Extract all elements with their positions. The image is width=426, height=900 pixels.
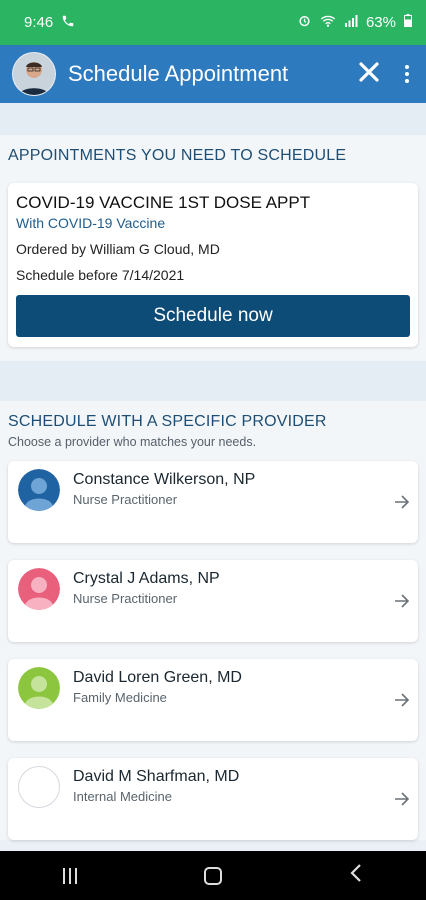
page-title: Schedule Appointment [68, 61, 289, 86]
user-avatar[interactable] [12, 52, 56, 96]
schedule-now-button[interactable]: Schedule now [16, 295, 410, 337]
main-content[interactable]: APPOINTMENTS YOU NEED TO SCHEDULE COVID-… [0, 103, 426, 851]
recent-apps-icon[interactable] [63, 867, 78, 884]
provider-specialty: Internal Medicine [73, 789, 172, 804]
appointments-list: COVID-19 VACCINE 1ST DOSE APPT With COVI… [0, 175, 426, 361]
wifi-icon [320, 14, 336, 32]
home-icon[interactable] [203, 866, 222, 885]
app-bar: Schedule Appointment [0, 45, 426, 103]
provider-name: David M Sharfman, MD [73, 768, 240, 785]
more-vert-icon[interactable] [402, 65, 412, 83]
provider-avatar [18, 667, 60, 709]
provider-avatar [18, 469, 60, 511]
provider-specialty: Nurse Practitioner [73, 492, 178, 507]
arrow-right-icon [394, 691, 410, 712]
system-nav-bar [0, 851, 426, 900]
ordered-by: Ordered by William G Cloud, MD [16, 241, 220, 257]
schedule-before: Schedule before 7/14/2021 [16, 267, 185, 283]
phone-icon [61, 14, 75, 32]
provider-section-header: SCHEDULE WITH A SPECIFIC PROVIDER Choose… [0, 401, 426, 459]
alarm-icon [297, 13, 312, 32]
provider-avatar [18, 568, 60, 610]
appointments-section-header: APPOINTMENTS YOU NEED TO SCHEDULE [0, 135, 426, 175]
arrow-right-icon [394, 493, 410, 514]
section-title: APPOINTMENTS YOU NEED TO SCHEDULE [8, 147, 347, 164]
provider-specialty: Nurse Practitioner [73, 591, 178, 606]
provider-name: Crystal J Adams, NP [73, 570, 220, 587]
battery-level: 63% [365, 14, 396, 31]
appointment-card: COVID-19 VACCINE 1ST DOSE APPT With COVI… [8, 183, 418, 347]
provider-name: Constance Wilkerson, NP [73, 471, 256, 488]
appointment-with: With COVID-19 Vaccine [16, 215, 166, 231]
section-subtitle: Choose a provider who matches your needs… [8, 435, 257, 449]
signal-icon [344, 14, 358, 32]
provider-card[interactable]: David Loren Green, MD Family Medicine [8, 659, 418, 741]
provider-avatar [18, 766, 60, 808]
provider-card[interactable]: Crystal J Adams, NP Nurse Practitioner [8, 560, 418, 642]
provider-card[interactable]: Constance Wilkerson, NP Nurse Practition… [8, 461, 418, 543]
provider-card[interactable]: David M Sharfman, MD Internal Medicine [8, 758, 418, 840]
arrow-right-icon [394, 592, 410, 613]
provider-specialty: Family Medicine [73, 690, 167, 705]
close-icon[interactable] [354, 60, 384, 88]
provider-list: Constance Wilkerson, NP Nurse Practition… [0, 459, 426, 840]
back-icon[interactable] [349, 862, 363, 890]
appointment-name: COVID-19 VACCINE 1ST DOSE APPT [16, 193, 311, 212]
clock: 9:46 [24, 14, 54, 31]
top-divider-band [0, 103, 426, 135]
status-bar: 9:46 63% [0, 0, 426, 45]
section-title: SCHEDULE WITH A SPECIFIC PROVIDER [8, 413, 327, 430]
provider-name: David Loren Green, MD [73, 669, 242, 686]
battery-icon [404, 14, 412, 31]
arrow-right-icon [394, 790, 410, 811]
section-divider-band [0, 361, 426, 401]
